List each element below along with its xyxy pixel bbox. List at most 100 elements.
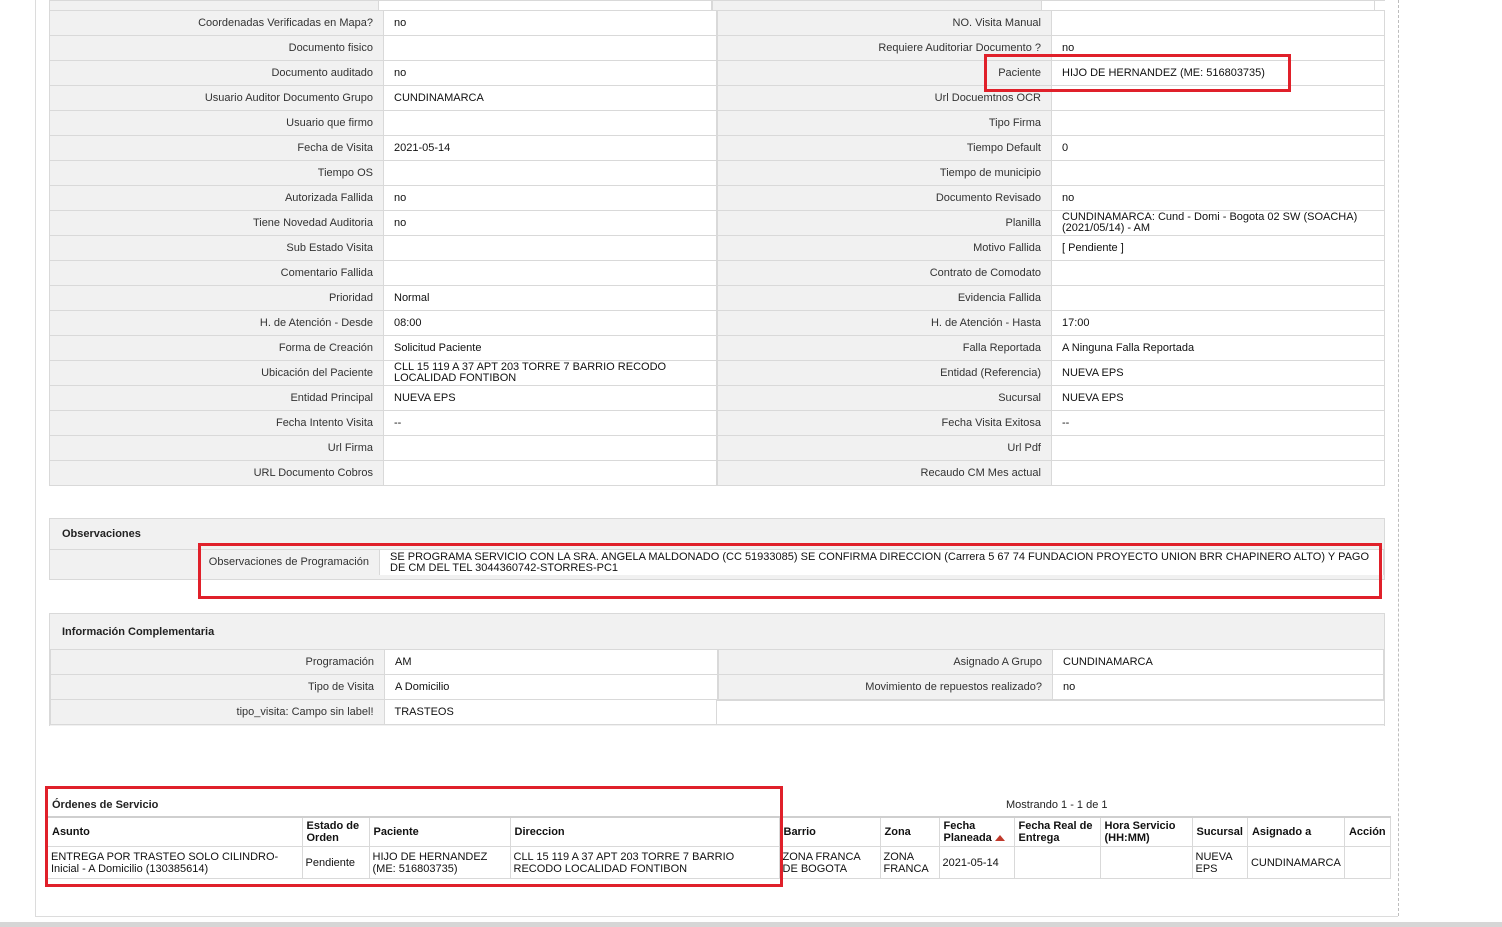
field-label: Planilla xyxy=(717,211,1051,235)
field-label: tipo_visita: Campo sin label! xyxy=(50,700,384,724)
field-label: Fecha Intento Visita xyxy=(49,411,383,435)
field-value: 0 xyxy=(1051,136,1385,160)
field-label: Coordenadas Verificadas en Mapa? xyxy=(49,11,383,35)
field-label xyxy=(49,1,378,10)
field-value: [ Pendiente ] xyxy=(1051,236,1385,260)
field-value xyxy=(383,436,717,460)
field-label: Movimiento de repuestos realizado? xyxy=(718,675,1052,699)
field-value: Solicitud Paciente xyxy=(383,336,717,360)
field-label: Tipo Firma xyxy=(717,111,1051,135)
field-value: no xyxy=(383,61,717,85)
field-label: Forma de Creación xyxy=(49,336,383,360)
field-label: Autorizada Fallida xyxy=(49,186,383,210)
field-value xyxy=(1051,461,1385,485)
field-label: Falla Reportada xyxy=(717,336,1051,360)
field-value: no xyxy=(383,211,717,235)
column-header[interactable]: Asignado a xyxy=(1247,816,1345,847)
field-label: Url Pdf xyxy=(717,436,1051,460)
field-label: Ubicación del Paciente xyxy=(49,361,383,385)
field-label xyxy=(712,1,1041,10)
bottom-scrollbar[interactable] xyxy=(0,922,1502,927)
column-header-label: Hora Servicio (HH:MM) xyxy=(1104,820,1176,844)
field-value xyxy=(383,161,717,185)
field-label: Evidencia Fallida xyxy=(717,286,1051,310)
table-cell xyxy=(1100,846,1193,879)
column-header-label: Fecha Planeada xyxy=(943,820,992,844)
column-header-label: Barrio xyxy=(783,826,816,838)
field-label: Contrato de Comodato xyxy=(717,261,1051,285)
field-value xyxy=(1051,11,1385,35)
field-label: Entidad (Referencia) xyxy=(717,361,1051,385)
dashed-divider xyxy=(1398,0,1399,916)
field-value xyxy=(383,36,717,60)
field-label: Usuario que firmo xyxy=(49,111,383,135)
field-label: Tipo de Visita xyxy=(50,675,384,699)
column-header[interactable]: Fecha Real de Entrega xyxy=(1014,816,1101,847)
detail-row: Forma de Creación Solicitud Paciente Falla… xyxy=(49,336,1385,361)
table-cell: 2021-05-14 xyxy=(939,846,1015,879)
field-value: NUEVA EPS xyxy=(383,386,717,410)
field-value: A Ninguna Falla Reportada xyxy=(1051,336,1385,360)
field-label: URL Documento Cobros xyxy=(49,461,383,485)
field-label: Motivo Fallida xyxy=(717,236,1051,260)
field-label: Documento Revisado xyxy=(717,186,1051,210)
field-value: AM xyxy=(384,650,718,674)
info-section: Información Complementaria Programación A… xyxy=(49,613,1385,726)
section-title: Información Complementaria xyxy=(50,614,1384,650)
sort-ascending-icon[interactable] xyxy=(994,835,1005,841)
detail-row: Prioridad Normal Evidencia Fallida xyxy=(49,286,1385,311)
column-header-label: Acción xyxy=(1348,826,1386,838)
column-header-label: Asignado a xyxy=(1251,826,1312,838)
field-label: Usuario Auditor Documento Grupo xyxy=(49,86,383,110)
column-header[interactable]: Fecha Planeada xyxy=(939,816,1015,847)
field-label: NO. Visita Manual xyxy=(717,11,1051,35)
column-header[interactable]: Sucursal xyxy=(1192,816,1248,847)
table-cell xyxy=(1344,846,1391,879)
info-row: Tipo de Visita A Domicilio Movimiento de r… xyxy=(50,675,1384,700)
field-value: CUNDINAMARCA xyxy=(1052,650,1384,674)
detail-row: Coordenadas Verificadas en Mapa? no NO. Vi… xyxy=(49,11,1385,36)
table-cell: CUNDINAMARCA xyxy=(1247,846,1345,879)
column-header[interactable]: Acción xyxy=(1344,816,1391,847)
field-label: Recaudo CM Mes actual xyxy=(717,461,1051,485)
field-value xyxy=(1051,261,1385,285)
field-label: H. de Atención - Desde xyxy=(49,311,383,335)
field-label: Tiempo de municipio xyxy=(717,161,1051,185)
field-label: Documento fisico xyxy=(49,36,383,60)
field-value xyxy=(383,236,717,260)
orders-count: Mostrando 1 - 1 de 1 xyxy=(1006,799,1108,811)
detail-row: Usuario que firmo Tipo Firma xyxy=(49,111,1385,136)
detail-row: Comentario Fallida Contrato de Comodato xyxy=(49,261,1385,286)
table-cell: NUEVA EPS xyxy=(1192,846,1248,879)
highlight-orders xyxy=(45,786,783,887)
highlight-observaciones xyxy=(198,543,1382,599)
field-value: no xyxy=(383,186,717,210)
table-cell xyxy=(1014,846,1101,879)
field-value xyxy=(383,111,717,135)
field-label: Programación xyxy=(50,650,384,674)
detail-row: H. de Atención - Desde 08:00 H. de Atenció… xyxy=(49,311,1385,336)
field-value: CUNDINAMARCA: Cund - Domi - Bogota 02 SW… xyxy=(1051,211,1385,235)
column-header[interactable]: Zona xyxy=(880,816,940,847)
field-label: H. de Atención - Hasta xyxy=(717,311,1051,335)
table-cell: ZONA FRANCA xyxy=(880,846,940,879)
info-row: Programación AM Asignado A Grupo CUNDINAMAR… xyxy=(50,650,1384,675)
field-value: -- xyxy=(383,411,717,435)
detail-row: Fecha Intento Visita -- Fecha Visita Exito… xyxy=(49,411,1385,436)
column-header-label: Fecha Real de Entrega xyxy=(1018,820,1093,844)
field-value xyxy=(1051,161,1385,185)
field-label: Asignado A Grupo xyxy=(718,650,1052,674)
detail-row: Entidad Principal NUEVA EPS Sucursal NUEVA … xyxy=(49,386,1385,411)
detail-row: URL Documento Cobros Recaudo CM Mes actua… xyxy=(49,461,1385,486)
column-header[interactable]: Barrio xyxy=(779,816,881,847)
highlight-paciente xyxy=(984,54,1291,92)
field-value xyxy=(383,461,717,485)
field-value: TRASTEOS xyxy=(383,700,718,724)
field-label: Comentario Fallida xyxy=(49,261,383,285)
column-header[interactable]: Hora Servicio (HH:MM) xyxy=(1100,816,1193,847)
column-header-label: Sucursal xyxy=(1196,826,1243,838)
table-cell: ZONA FRANCA DE BOGOTA xyxy=(779,846,881,879)
field-value xyxy=(1041,1,1375,10)
field-label: Entidad Principal xyxy=(49,386,383,410)
field-value: -- xyxy=(1051,411,1385,435)
